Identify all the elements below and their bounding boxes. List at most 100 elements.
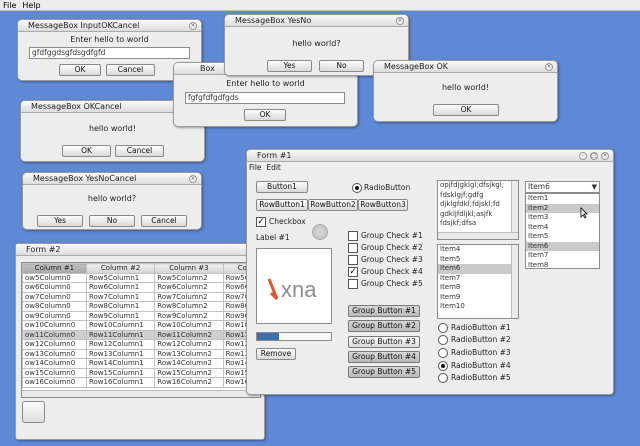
group-button-1[interactable]: Group Button #1 (348, 305, 420, 317)
table-row[interactable]: ow15Column0 Row15Column1 Row15Column2 Row15… (22, 367, 260, 378)
table-row[interactable]: ow13Column0 Row13Column1 Row13Column2 Row13… (22, 348, 260, 359)
remove-button[interactable]: Remove (256, 348, 296, 360)
group-check-2-box[interactable] (348, 243, 358, 253)
list-box[interactable]: Item4 Item5 Item6 Item7 Item8 Item9 Item… (437, 244, 519, 319)
dropdown-item[interactable]: Item8 (526, 261, 599, 269)
title-bar[interactable]: Form #2 (16, 244, 264, 256)
dropdown-item[interactable]: Item5 (526, 232, 599, 242)
column-header[interactable]: Column #3 (154, 263, 224, 274)
list-item[interactable]: Item4 (438, 245, 518, 255)
progress-fill (257, 333, 280, 340)
radiobutton-5[interactable] (438, 373, 448, 383)
table-row[interactable]: ow5Column0Row5Column1Row5Column2Row5Colu… (22, 272, 260, 283)
list-item[interactable]: Item7 (438, 274, 518, 284)
square-button[interactable] (22, 401, 45, 423)
table-row[interactable]: ow6Column0Row6Column1Row6Column2Row6Colu… (22, 282, 260, 293)
group-button-4[interactable]: Group Button #4 (348, 351, 420, 363)
radiobutton-top-label: RadioButton (364, 183, 411, 192)
data-grid[interactable]: Column #1 Column #2 Column #3 Column #4 … (21, 262, 261, 398)
table-row[interactable]: ow9Column0Row9Column1Row9Column2Row9Colu… (22, 310, 260, 321)
ok-button[interactable]: OK (62, 145, 111, 157)
close-icon[interactable]: × (396, 17, 404, 25)
button1[interactable]: Button1 (256, 181, 308, 193)
group-check-4-box[interactable]: ✓ (348, 267, 358, 277)
messagebox-yesnocancel-window: MessageBox YesNoCancel × hello world? Yes… (22, 172, 202, 230)
no-button[interactable]: No (89, 215, 135, 227)
table-row[interactable]: ow12Column0 Row12Column1 Row12Column2 Row12… (22, 339, 260, 350)
menu-edit[interactable]: Edit (266, 163, 281, 172)
dropdown-item[interactable]: Item1 (526, 194, 599, 204)
radiobutton-top[interactable] (352, 183, 362, 193)
group-button-3[interactable]: Group Button #3 (348, 336, 420, 348)
textarea[interactable]: opjfdjgklgl;dfsjkgl; fdsklgjf;gdfg djklg… (437, 180, 519, 240)
ok-button[interactable]: OK (59, 64, 101, 76)
list-item[interactable]: Item10 (438, 302, 518, 312)
close-icon[interactable]: × (189, 175, 197, 183)
list-item[interactable]: Item9 (438, 293, 518, 303)
ok-button[interactable]: OK (244, 109, 286, 121)
ok-button[interactable]: OK (433, 104, 499, 116)
maximize-icon[interactable]: □ (590, 152, 598, 160)
radiobutton-2[interactable] (438, 335, 448, 345)
title-bar[interactable]: Form #1 - □ × (247, 150, 613, 162)
menu-help[interactable]: Help (19, 0, 43, 10)
table-row[interactable]: ow14Column0 Row14Column1 Row14Column2 Row14… (22, 358, 260, 369)
table-row[interactable]: ow7Column0Row7Column1Row7Column2Row7Colu… (22, 291, 260, 302)
row-button-2[interactable]: RowButton2 (308, 199, 358, 211)
title-bar[interactable]: MessageBox OK × (374, 61, 557, 73)
horizontal-scrollbar[interactable] (22, 390, 260, 397)
radiobutton-4-label: RadioButton #4 (451, 361, 511, 370)
cancel-button[interactable]: Cancel (106, 64, 155, 76)
column-header[interactable]: Column #2 (85, 263, 156, 274)
group-check-3-label: Group Check #3 (361, 255, 423, 264)
dropdown-item-selected[interactable]: Item6 (526, 241, 599, 251)
close-icon[interactable]: × (601, 152, 609, 160)
horizontal-scrollbar[interactable] (438, 232, 518, 239)
radiobutton-3[interactable] (438, 348, 448, 358)
group-check-1-box[interactable] (348, 231, 358, 241)
title-bar[interactable]: MessageBox YesNoCancel × (23, 173, 201, 185)
combo-box[interactable]: Item6 ▼ (525, 181, 600, 193)
dropdown-item[interactable]: Item4 (526, 223, 599, 233)
list-item-selected[interactable]: Item6 (438, 264, 518, 274)
group-button-5[interactable]: Group Button #5 (348, 366, 420, 378)
group-button-2[interactable]: Group Button #2 (348, 320, 420, 332)
cancel-button[interactable]: Cancel (141, 215, 187, 227)
window-title: Box (200, 64, 215, 73)
minimize-icon[interactable]: - (579, 152, 587, 160)
title-bar[interactable]: MessageBox InputOKCancel × (18, 20, 201, 32)
title-bar[interactable]: MessageBox YesNo × (225, 15, 408, 27)
group-check-5-box[interactable] (348, 279, 358, 289)
yes-button[interactable]: Yes (267, 60, 312, 72)
mouse-cursor-icon (580, 207, 588, 219)
menu-file[interactable]: File (249, 163, 262, 172)
row-button-3[interactable]: RowButton3 (358, 199, 408, 211)
input-field[interactable]: gfdfggdsgfdsgdfgfd (29, 47, 190, 59)
menu-file[interactable]: File (0, 0, 19, 10)
close-icon[interactable]: × (545, 63, 553, 71)
dropdown-item[interactable]: Item7 (526, 251, 599, 261)
radiobutton-1[interactable] (438, 323, 448, 333)
input-field[interactable]: fgfgfdfgdfgds (185, 92, 345, 104)
vertical-scrollbar[interactable] (511, 181, 518, 239)
yes-button[interactable]: Yes (37, 215, 83, 227)
list-item[interactable]: Item8 (438, 283, 518, 293)
group-check-3-box[interactable] (348, 255, 358, 265)
table-row[interactable]: ow10Column0 Row10Column1 Row10Column2 Row10… (22, 320, 260, 331)
knob[interactable] (312, 224, 328, 240)
list-item[interactable]: Item5 (438, 255, 518, 265)
checkbox[interactable]: ✓ (256, 217, 266, 227)
table-row[interactable]: ow16Column0 Row16Column1 Row16Column2 Row16… (22, 377, 260, 388)
column-header[interactable]: Column #1 (22, 263, 87, 274)
close-icon[interactable]: × (189, 22, 197, 30)
table-row[interactable]: ow8Column0Row8Column1Row8Column2Row8Colu… (22, 301, 260, 312)
table-row-selected[interactable]: ow11Column0 Row11Column1 Row11Column2 Row11… (22, 329, 260, 340)
chevron-down-icon[interactable]: ▼ (592, 182, 597, 192)
cancel-button[interactable]: Cancel (115, 145, 164, 157)
radiobutton-4[interactable] (438, 361, 448, 371)
row-button-1[interactable]: RowButton1 (256, 199, 308, 211)
combo-dropdown[interactable]: Item1 Item2 Item3 Item4 Item5 Item6 Item… (525, 193, 600, 269)
no-button[interactable]: No (319, 60, 364, 72)
vertical-scrollbar[interactable] (511, 245, 518, 318)
message-label: hello world? (292, 39, 341, 48)
